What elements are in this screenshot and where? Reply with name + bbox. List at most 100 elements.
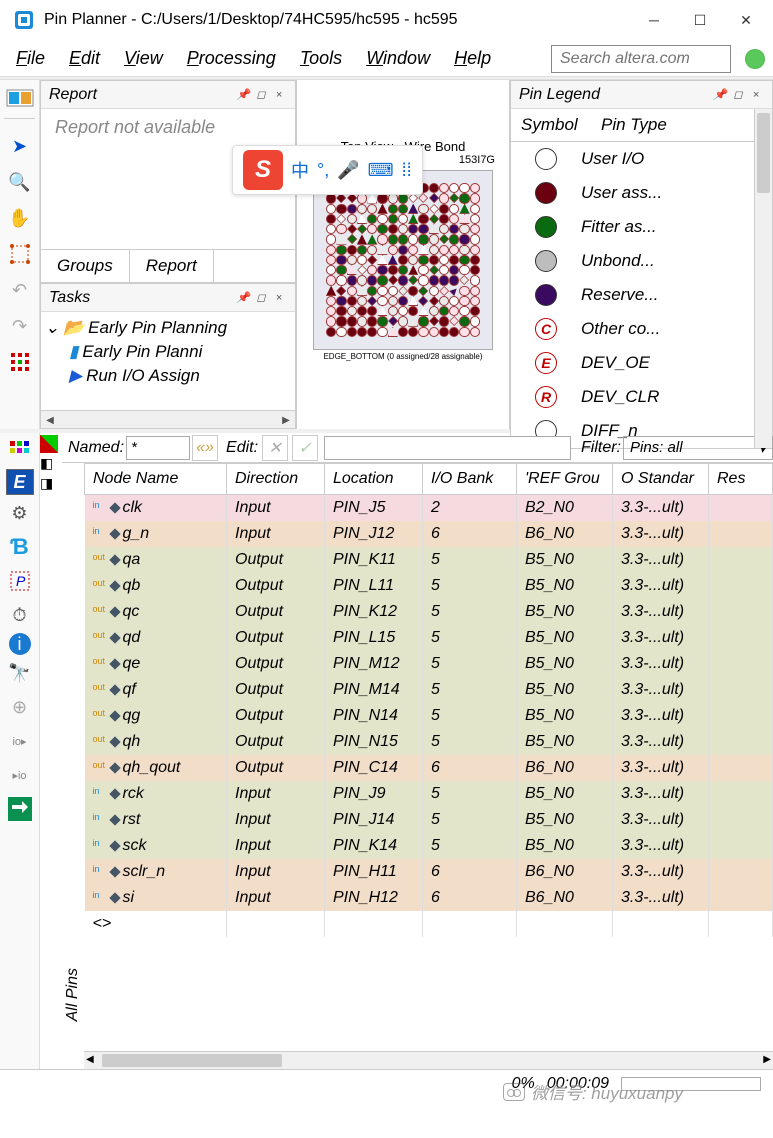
ime-mic-icon[interactable]: 🎤: [337, 160, 359, 181]
named-input[interactable]: [126, 436, 190, 460]
menu-tools[interactable]: Tools: [292, 44, 350, 73]
globe-icon[interactable]: [745, 49, 765, 69]
mini-btn[interactable]: ◧: [40, 455, 58, 473]
col-vref[interactable]: 'REF Grou: [517, 464, 613, 495]
tool-select-icon[interactable]: [4, 238, 36, 270]
tree-row[interactable]: ▶Run I/O Assign: [45, 364, 291, 388]
col-loc[interactable]: Location: [325, 464, 423, 495]
tool-grid-icon[interactable]: [4, 346, 36, 378]
tab-report[interactable]: Report: [130, 250, 214, 282]
legend-row[interactable]: EDEV_OE: [511, 346, 754, 380]
chip-view[interactable]: Top View - Wire Bond 153I7G EDGE_BOTTOM …: [296, 80, 510, 429]
close-icon[interactable]: ×: [271, 290, 287, 306]
tool-p-icon[interactable]: P: [4, 565, 36, 597]
menu-view[interactable]: View: [116, 44, 171, 73]
legend-row[interactable]: Fitter as...: [511, 210, 754, 244]
table-row[interactable]: rckInputPIN_J95B5_N03.3-...ult): [85, 781, 773, 807]
maximize-button[interactable]: ☐: [677, 4, 723, 36]
menu-file[interactable]: File: [8, 44, 53, 73]
menu-window[interactable]: Window: [358, 44, 438, 73]
all-pins-tab[interactable]: All Pins: [62, 964, 84, 1025]
table-row[interactable]: qbOutputPIN_L115B5_N03.3-...ult): [85, 573, 773, 599]
tree-row[interactable]: ▮Early Pin Planni: [45, 340, 291, 364]
close-icon[interactable]: ×: [271, 87, 287, 103]
legend-row[interactable]: RDEV_CLR: [511, 380, 754, 414]
out-icon: [93, 711, 109, 721]
tool-e-icon[interactable]: E: [6, 469, 34, 495]
col-std[interactable]: O Standar: [613, 464, 709, 495]
table-row[interactable]: qcOutputPIN_K125B5_N03.3-...ult): [85, 599, 773, 625]
mini-btn[interactable]: ◨: [40, 475, 58, 493]
close-button[interactable]: ✕: [723, 4, 769, 36]
legend-row[interactable]: User I/O: [511, 142, 754, 176]
tool-zoom-icon[interactable]: 🔍: [4, 166, 36, 198]
edit-cancel-icon[interactable]: ✕: [262, 435, 288, 461]
col-res[interactable]: Res: [709, 464, 773, 495]
tree-row[interactable]: ⌄📂Early Pin Planning: [45, 316, 291, 340]
tasks-hscroll[interactable]: ◀▶: [41, 410, 295, 428]
maximize-icon[interactable]: ◻: [253, 290, 269, 306]
ime-lang[interactable]: 中: [291, 157, 309, 183]
legend-row[interactable]: User ass...: [511, 176, 754, 210]
pin-icon[interactable]: 📌: [712, 87, 728, 103]
table-row[interactable]: qh_qoutOutputPIN_C146B6_N03.3-...ult): [85, 755, 773, 781]
tool-binoculars-icon[interactable]: 🔭: [4, 657, 36, 689]
ime-punct-icon[interactable]: °,: [317, 160, 329, 181]
table-row[interactable]: siInputPIN_H126B6_N03.3-...ult): [85, 885, 773, 911]
legend-row[interactable]: Reserve...: [511, 278, 754, 312]
ime-keyboard-icon[interactable]: ⌨: [368, 160, 394, 181]
legend-row[interactable]: Unbond...: [511, 244, 754, 278]
tool-palette-icon[interactable]: [4, 435, 36, 467]
tool-b-icon[interactable]: Ɓ: [4, 531, 36, 563]
minimize-button[interactable]: ─: [631, 4, 677, 36]
ime-toolbar[interactable]: S 中 °, 🎤 ⌨ ⁞⁞: [232, 145, 423, 195]
pin-icon[interactable]: 📌: [235, 87, 251, 103]
close-icon[interactable]: ×: [748, 87, 764, 103]
pin-icon[interactable]: 📌: [235, 290, 251, 306]
edit-input[interactable]: [324, 436, 571, 460]
ime-grid-icon[interactable]: ⁞⁞: [402, 160, 412, 181]
new-node-row[interactable]: <>: [85, 911, 773, 937]
table-row[interactable]: clkInputPIN_J52B2_N03.3-...ult): [85, 495, 773, 522]
table-row[interactable]: sckInputPIN_K145B5_N03.3-...ult): [85, 833, 773, 859]
table-row[interactable]: qeOutputPIN_M125B5_N03.3-...ult): [85, 651, 773, 677]
table-row[interactable]: qaOutputPIN_K115B5_N03.3-...ult): [85, 547, 773, 573]
maximize-icon[interactable]: ◻: [730, 87, 746, 103]
tool-hand-icon[interactable]: ✋: [4, 202, 36, 234]
tool-pinplanner-icon[interactable]: [4, 82, 36, 114]
edit-confirm-icon[interactable]: ✓: [292, 435, 318, 461]
col-bank[interactable]: I/O Bank: [423, 464, 517, 495]
filter-combo[interactable]: Pins: all▾: [623, 436, 773, 460]
table-hscroll[interactable]: ◀ ▶: [84, 1051, 773, 1069]
legend-row[interactable]: COther co...: [511, 312, 754, 346]
tool-io-out-icon[interactable]: ▸io: [4, 759, 36, 791]
col-node[interactable]: Node Name: [85, 464, 227, 495]
tool-circle-icon[interactable]: ⊕: [4, 691, 36, 723]
table-row[interactable]: qfOutputPIN_M145B5_N03.3-...ult): [85, 677, 773, 703]
mini-btn[interactable]: [40, 435, 58, 453]
maximize-icon[interactable]: ◻: [253, 87, 269, 103]
tool-clock-icon[interactable]: ⏱: [4, 599, 36, 631]
tool-undo-icon[interactable]: ↶: [4, 274, 36, 306]
search-input[interactable]: [551, 45, 731, 73]
table-row[interactable]: g_nInputPIN_J126B6_N03.3-...ult): [85, 521, 773, 547]
table-row[interactable]: qhOutputPIN_N155B5_N03.3-...ult): [85, 729, 773, 755]
tool-pointer-icon[interactable]: ➤: [4, 130, 36, 162]
menu-processing[interactable]: Processing: [179, 44, 284, 73]
col-dir[interactable]: Direction: [227, 464, 325, 495]
expand-icon[interactable]: «»: [192, 435, 218, 461]
menu-edit[interactable]: Edit: [61, 44, 108, 73]
table-row[interactable]: qgOutputPIN_N145B5_N03.3-...ult): [85, 703, 773, 729]
tool-info-icon[interactable]: i: [9, 633, 31, 655]
tab-groups[interactable]: Groups: [41, 250, 130, 282]
menu-help[interactable]: Help: [446, 44, 499, 73]
table-row[interactable]: sclr_nInputPIN_H116B6_N03.3-...ult): [85, 859, 773, 885]
tool-puzzle-icon[interactable]: ⚙: [4, 497, 36, 529]
tool-redo-icon[interactable]: ↷: [4, 310, 36, 342]
chip-grid[interactable]: [313, 170, 493, 350]
tool-io-in-icon[interactable]: io▸: [4, 725, 36, 757]
legend-vscroll[interactable]: [754, 109, 772, 448]
table-row[interactable]: qdOutputPIN_L155B5_N03.3-...ult): [85, 625, 773, 651]
tool-swap-icon[interactable]: [4, 793, 36, 825]
table-row[interactable]: rstInputPIN_J145B5_N03.3-...ult): [85, 807, 773, 833]
